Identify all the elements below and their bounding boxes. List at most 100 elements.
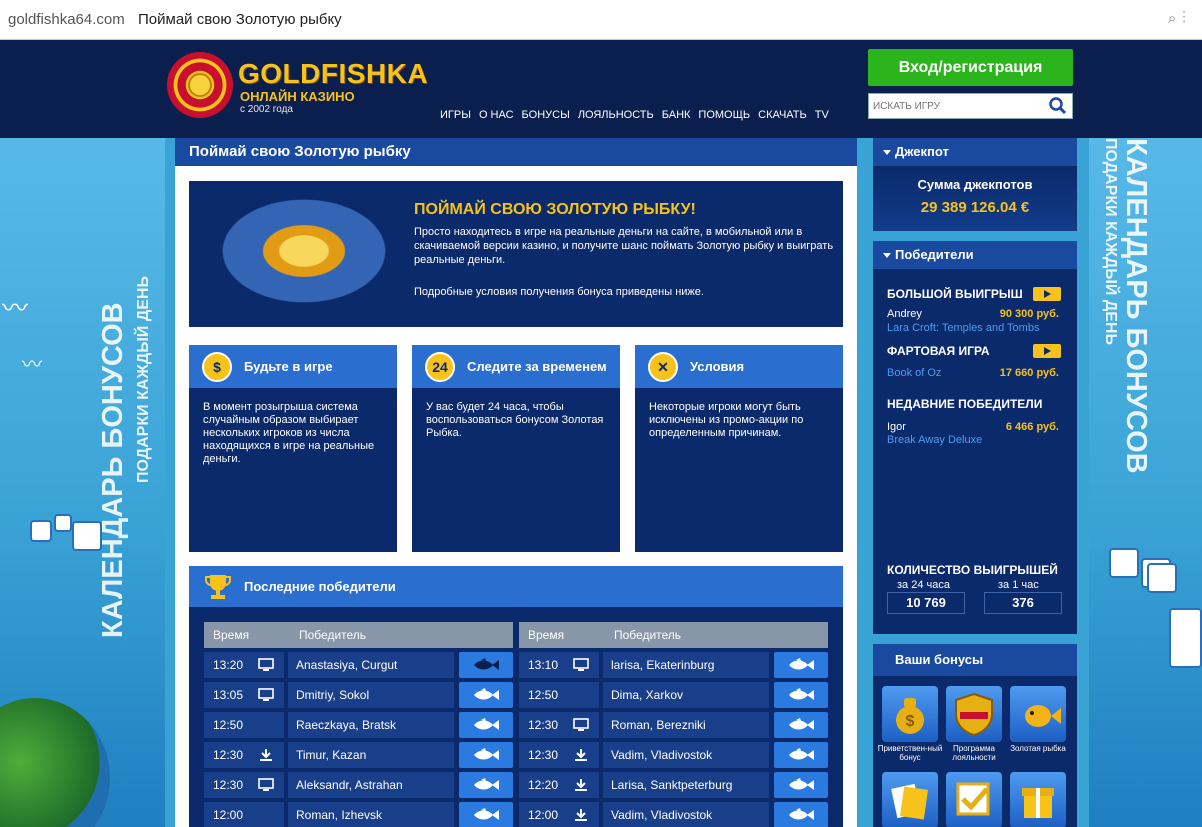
fish-icon <box>474 778 499 790</box>
jackpot-header[interactable]: Джекпот <box>873 138 1077 166</box>
catch-fish-button[interactable] <box>459 742 513 768</box>
jackpot-amount: 29 389 126.04 € <box>920 199 1030 216</box>
right-promo-banner[interactable]: КАЛЕНДАРЬ БОНУСОВ ПОДАРКИ КАЖДЫЙ ДЕНЬ <box>1089 138 1202 827</box>
game-search-input[interactable] <box>869 94 1044 118</box>
catch-fish-button[interactable] <box>774 652 828 678</box>
catch-fish-button[interactable] <box>459 772 513 798</box>
play-video-icon[interactable] <box>1033 287 1061 301</box>
catch-fish-button[interactable] <box>459 802 513 827</box>
welcome-bonus-tile[interactable]: $ <box>882 686 938 742</box>
recent-winner-game-link[interactable]: Break Away Deluxe <box>887 434 982 446</box>
winner-name-cell: Raeczkaya, Bratsk <box>288 712 454 738</box>
time-text: 12:30 <box>213 748 244 762</box>
download-icon <box>575 749 587 761</box>
banner-bonus-calendar-text: КАЛЕНДАРЬ БОНУСОВ <box>1120 138 1152 474</box>
wins-24h-label: за 24 часа <box>897 579 950 591</box>
island-image <box>0 698 110 827</box>
col-time: Время <box>213 628 250 642</box>
catch-fish-button[interactable] <box>459 652 513 678</box>
catch-fish-button[interactable] <box>774 802 828 827</box>
time-text: 13:20 <box>213 658 244 672</box>
golden-fish-image <box>209 191 399 311</box>
wins-24h-count: 10 769 <box>887 592 965 614</box>
winner-name-cell: Timur, Kazan <box>288 742 454 768</box>
card-text: Некоторые игроки могут быть исключены из… <box>649 401 804 439</box>
table-row: 12:30 Roman, Berezniki <box>519 712 828 738</box>
big-win-game-link[interactable]: Lara Croft: Temples and Tombs <box>887 322 1039 334</box>
catch-fish-button[interactable] <box>459 712 513 738</box>
golden-fish-icon <box>1025 705 1061 727</box>
nav-item-help[interactable]: ПОМОЩЬ <box>698 109 750 121</box>
winner-name-cell: Anastasiya, Curgut <box>288 652 454 678</box>
game-search <box>868 93 1073 119</box>
brand-name[interactable]: GOLDFISHKA <box>238 58 428 90</box>
bonuses-header: Ваши бонусы <box>873 644 1077 676</box>
hero-banner: ПОЙМАЙ СВОЮ ЗОЛОТУЮ РЫБКУ! Просто находи… <box>189 181 843 327</box>
login-register-button[interactable]: Вход/регистрация <box>868 49 1073 86</box>
table-row: 13:05 Dmitriy, Sokol <box>204 682 513 708</box>
left-promo-banner[interactable]: КАЛЕНДАРЬ БОНУСОВ ПОДАРКИ КАЖДЫЙ ДЕНЬ 〰 … <box>0 138 165 827</box>
catch-fish-button[interactable] <box>774 772 828 798</box>
winner-name-cell: Roman, Izhevsk <box>288 802 454 827</box>
shield-badge-icon <box>955 692 993 737</box>
catch-fish-button[interactable] <box>774 682 828 708</box>
main-content: Поймай свою Золотую рыбку ПОЙМАЙ СВОЮ ЗО… <box>175 138 857 827</box>
nav-item-bonuses[interactable]: БОНУСЫ <box>522 109 570 121</box>
search-icon[interactable] <box>1048 96 1068 116</box>
recent-winners-section: Последние победители Время Победитель 13:… <box>189 566 843 827</box>
monitor-icon <box>573 718 589 731</box>
address-url[interactable]: goldfishka64.com <box>8 11 125 28</box>
big-win-heading: БОЛЬШОЙ ВЫИГРЫШ <box>887 287 1023 301</box>
nav-item-about[interactable]: О НАС <box>479 109 514 121</box>
winners-panel-header[interactable]: Победители <box>873 241 1077 269</box>
table-row: 12:00 Roman, Izhevsk <box>204 802 513 827</box>
bonus-label: Золотая рыбка <box>1010 744 1066 753</box>
loyalty-program-tile[interactable] <box>946 686 1002 742</box>
winners-panel-title: Победители <box>895 247 974 262</box>
info-card-conditions: ✕ Условия Некоторые игроки могут быть иск… <box>635 345 843 552</box>
browser-actions: ⌕⋮ <box>1168 10 1192 27</box>
logo-fish-center <box>188 73 212 97</box>
nav-item-games[interactable]: ИГРЫ <box>440 109 471 121</box>
jackpot-panel: Джекпот Сумма джекпотов 29 389 126.04 € <box>873 138 1077 231</box>
time-cell: 13:20 <box>204 652 284 678</box>
time-cell: 12:30 <box>519 712 599 738</box>
winners-title: Последние победители <box>244 579 396 594</box>
time-text: 12:00 <box>528 808 559 822</box>
banner-gifts-text: ПОДАРКИ КАЖДЫЙ ДЕНЬ <box>1102 138 1119 345</box>
winner-name-cell: Dmitriy, Sokol <box>288 682 454 708</box>
logo-chip-icon[interactable] <box>167 52 233 118</box>
search-icon[interactable]: ⌕ <box>1168 10 1182 27</box>
menu-dots-icon[interactable]: ⋮ <box>1182 10 1192 27</box>
time-text: 12:50 <box>528 688 559 702</box>
checkmark-icon <box>956 782 990 816</box>
checklist-bonus-tile[interactable] <box>946 772 1002 827</box>
winner-name-cell: Roman, Berezniki <box>603 712 769 738</box>
table-row: 12:20 Larisa, Sanktpeterburg <box>519 772 828 798</box>
nav-item-loyalty[interactable]: ЛОЯЛЬНОСТЬ <box>578 109 654 121</box>
coupon-bonus-tile[interactable] <box>882 772 938 827</box>
recent-winner-player: Igor <box>887 421 906 433</box>
caret-down-icon <box>883 150 891 155</box>
nav-item-tv[interactable]: TV <box>815 109 829 121</box>
page-tab-title: Поймай свою Золотую рыбку <box>138 11 342 28</box>
winner-name-cell: Dima, Xarkov <box>603 682 769 708</box>
nav-item-download[interactable]: СКАЧАТЬ <box>758 109 807 121</box>
catch-fish-button[interactable] <box>459 682 513 708</box>
table-row: 12:30 Vadim, Vladivostok <box>519 742 828 768</box>
winners-table-right: Время Победитель 13:10 larisa, Ekaterinbur… <box>519 622 828 827</box>
winners-table-left: Время Победитель 13:20 Anastasiya, Curgut 1… <box>204 622 513 827</box>
lucky-game-link[interactable]: Book of Oz <box>887 367 941 379</box>
play-video-icon[interactable] <box>1033 344 1061 358</box>
catch-fish-button[interactable] <box>774 742 828 768</box>
lucky-game-amount: 17 660 руб. <box>999 367 1059 379</box>
lucky-game-heading: ФАРТОВАЯ ИГРА <box>887 344 990 358</box>
timer-24-icon: 24 <box>425 352 455 382</box>
fish-icon <box>789 718 814 730</box>
seagull-icon: 〰 <box>2 293 29 323</box>
golden-fish-bonus-tile[interactable] <box>1010 686 1066 742</box>
gift-bonus-tile[interactable] <box>1010 772 1066 827</box>
gift-icon <box>1022 788 1054 818</box>
catch-fish-button[interactable] <box>774 712 828 738</box>
nav-item-bank[interactable]: БАНК <box>662 109 691 121</box>
